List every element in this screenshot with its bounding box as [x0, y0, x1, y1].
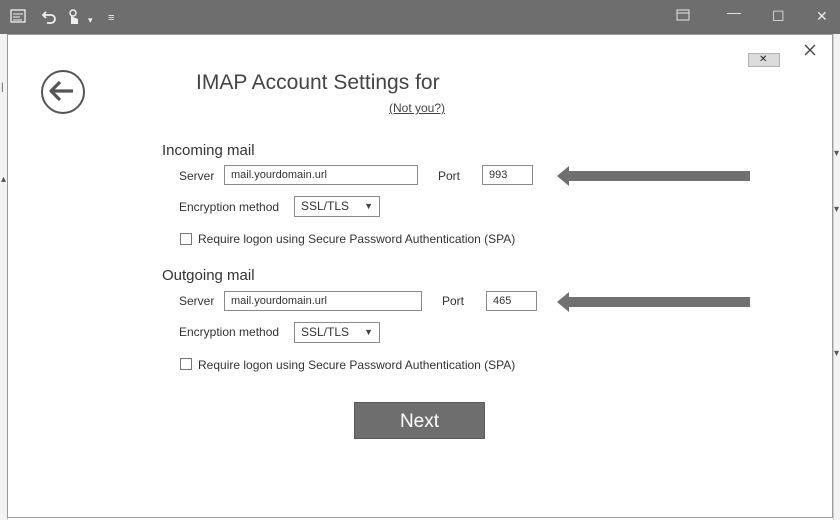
- customize-icon[interactable]: ≡: [108, 10, 114, 26]
- outgoing-encryption-label: Encryption method: [179, 325, 280, 339]
- restore-ribbon-icon[interactable]: [676, 8, 690, 24]
- dialog-title: IMAP Account Settings for: [196, 71, 440, 94]
- close-icon: [804, 44, 816, 56]
- background-fragment: ▾: [834, 148, 840, 159]
- back-button[interactable]: [41, 70, 85, 114]
- chevron-down-icon: ▼: [364, 327, 373, 337]
- incoming-encryption-value: SSL/TLS: [301, 199, 350, 213]
- grip-icon: ✕: [759, 54, 768, 65]
- background-app-right: ▾ ▾ ▾: [833, 34, 840, 520]
- incoming-server-input[interactable]: mail.yourdomain.url: [224, 165, 418, 185]
- not-you-link[interactable]: (Not you?): [389, 101, 445, 115]
- account-settings-dialog: ✕ IMAP Account Settings for (Not you?) I…: [7, 34, 833, 518]
- incoming-port-label: Port: [438, 169, 461, 183]
- app-titlebar: ▾ ≡ — ☐ ✕: [0, 0, 840, 34]
- incoming-mail-heading: Incoming mail: [162, 142, 255, 159]
- incoming-encryption-label: Encryption method: [179, 200, 280, 214]
- incoming-spa-checkbox[interactable]: [180, 233, 192, 245]
- outgoing-spa-label: Require logon using Secure Password Auth…: [198, 358, 516, 372]
- outgoing-port-input[interactable]: 465: [486, 291, 537, 311]
- incoming-server-label: Server: [179, 169, 215, 183]
- incoming-port-arrow: [557, 166, 750, 186]
- minimize-icon[interactable]: —: [727, 4, 741, 20]
- dialog-close-button[interactable]: [801, 41, 819, 59]
- send-receive-icon[interactable]: [10, 9, 27, 29]
- incoming-encryption-select[interactable]: SSL/TLS ▼: [294, 196, 380, 217]
- touch-mode-icon[interactable]: [67, 9, 81, 30]
- incoming-spa-label: Require logon using Secure Password Auth…: [198, 232, 516, 246]
- dropdown-icon[interactable]: ▾: [88, 12, 93, 28]
- outgoing-encryption-value: SSL/TLS: [301, 325, 350, 339]
- maximize-icon[interactable]: ☐: [772, 8, 785, 24]
- outgoing-port-arrow: [557, 292, 750, 312]
- background-fragment: ▾: [834, 204, 840, 215]
- chevron-down-icon: ▼: [364, 201, 373, 211]
- outgoing-server-input[interactable]: mail.yourdomain.url: [224, 291, 422, 311]
- outgoing-spa-checkbox[interactable]: [180, 358, 192, 370]
- incoming-port-input[interactable]: 993: [482, 165, 533, 185]
- next-button[interactable]: Next: [354, 402, 485, 439]
- outgoing-port-label: Port: [442, 294, 465, 308]
- dialog-grip: ✕: [748, 53, 780, 67]
- background-fragment: ▾: [834, 348, 840, 359]
- background-fragment: ▴: [1, 174, 7, 185]
- outgoing-encryption-select[interactable]: SSL/TLS ▼: [294, 322, 380, 343]
- background-fragment: |: [1, 82, 4, 93]
- close-icon[interactable]: ✕: [816, 8, 828, 24]
- back-arrow-icon: [49, 80, 73, 102]
- undo-icon[interactable]: [41, 9, 57, 29]
- outgoing-server-label: Server: [179, 294, 215, 308]
- outgoing-mail-heading: Outgoing mail: [162, 267, 255, 284]
